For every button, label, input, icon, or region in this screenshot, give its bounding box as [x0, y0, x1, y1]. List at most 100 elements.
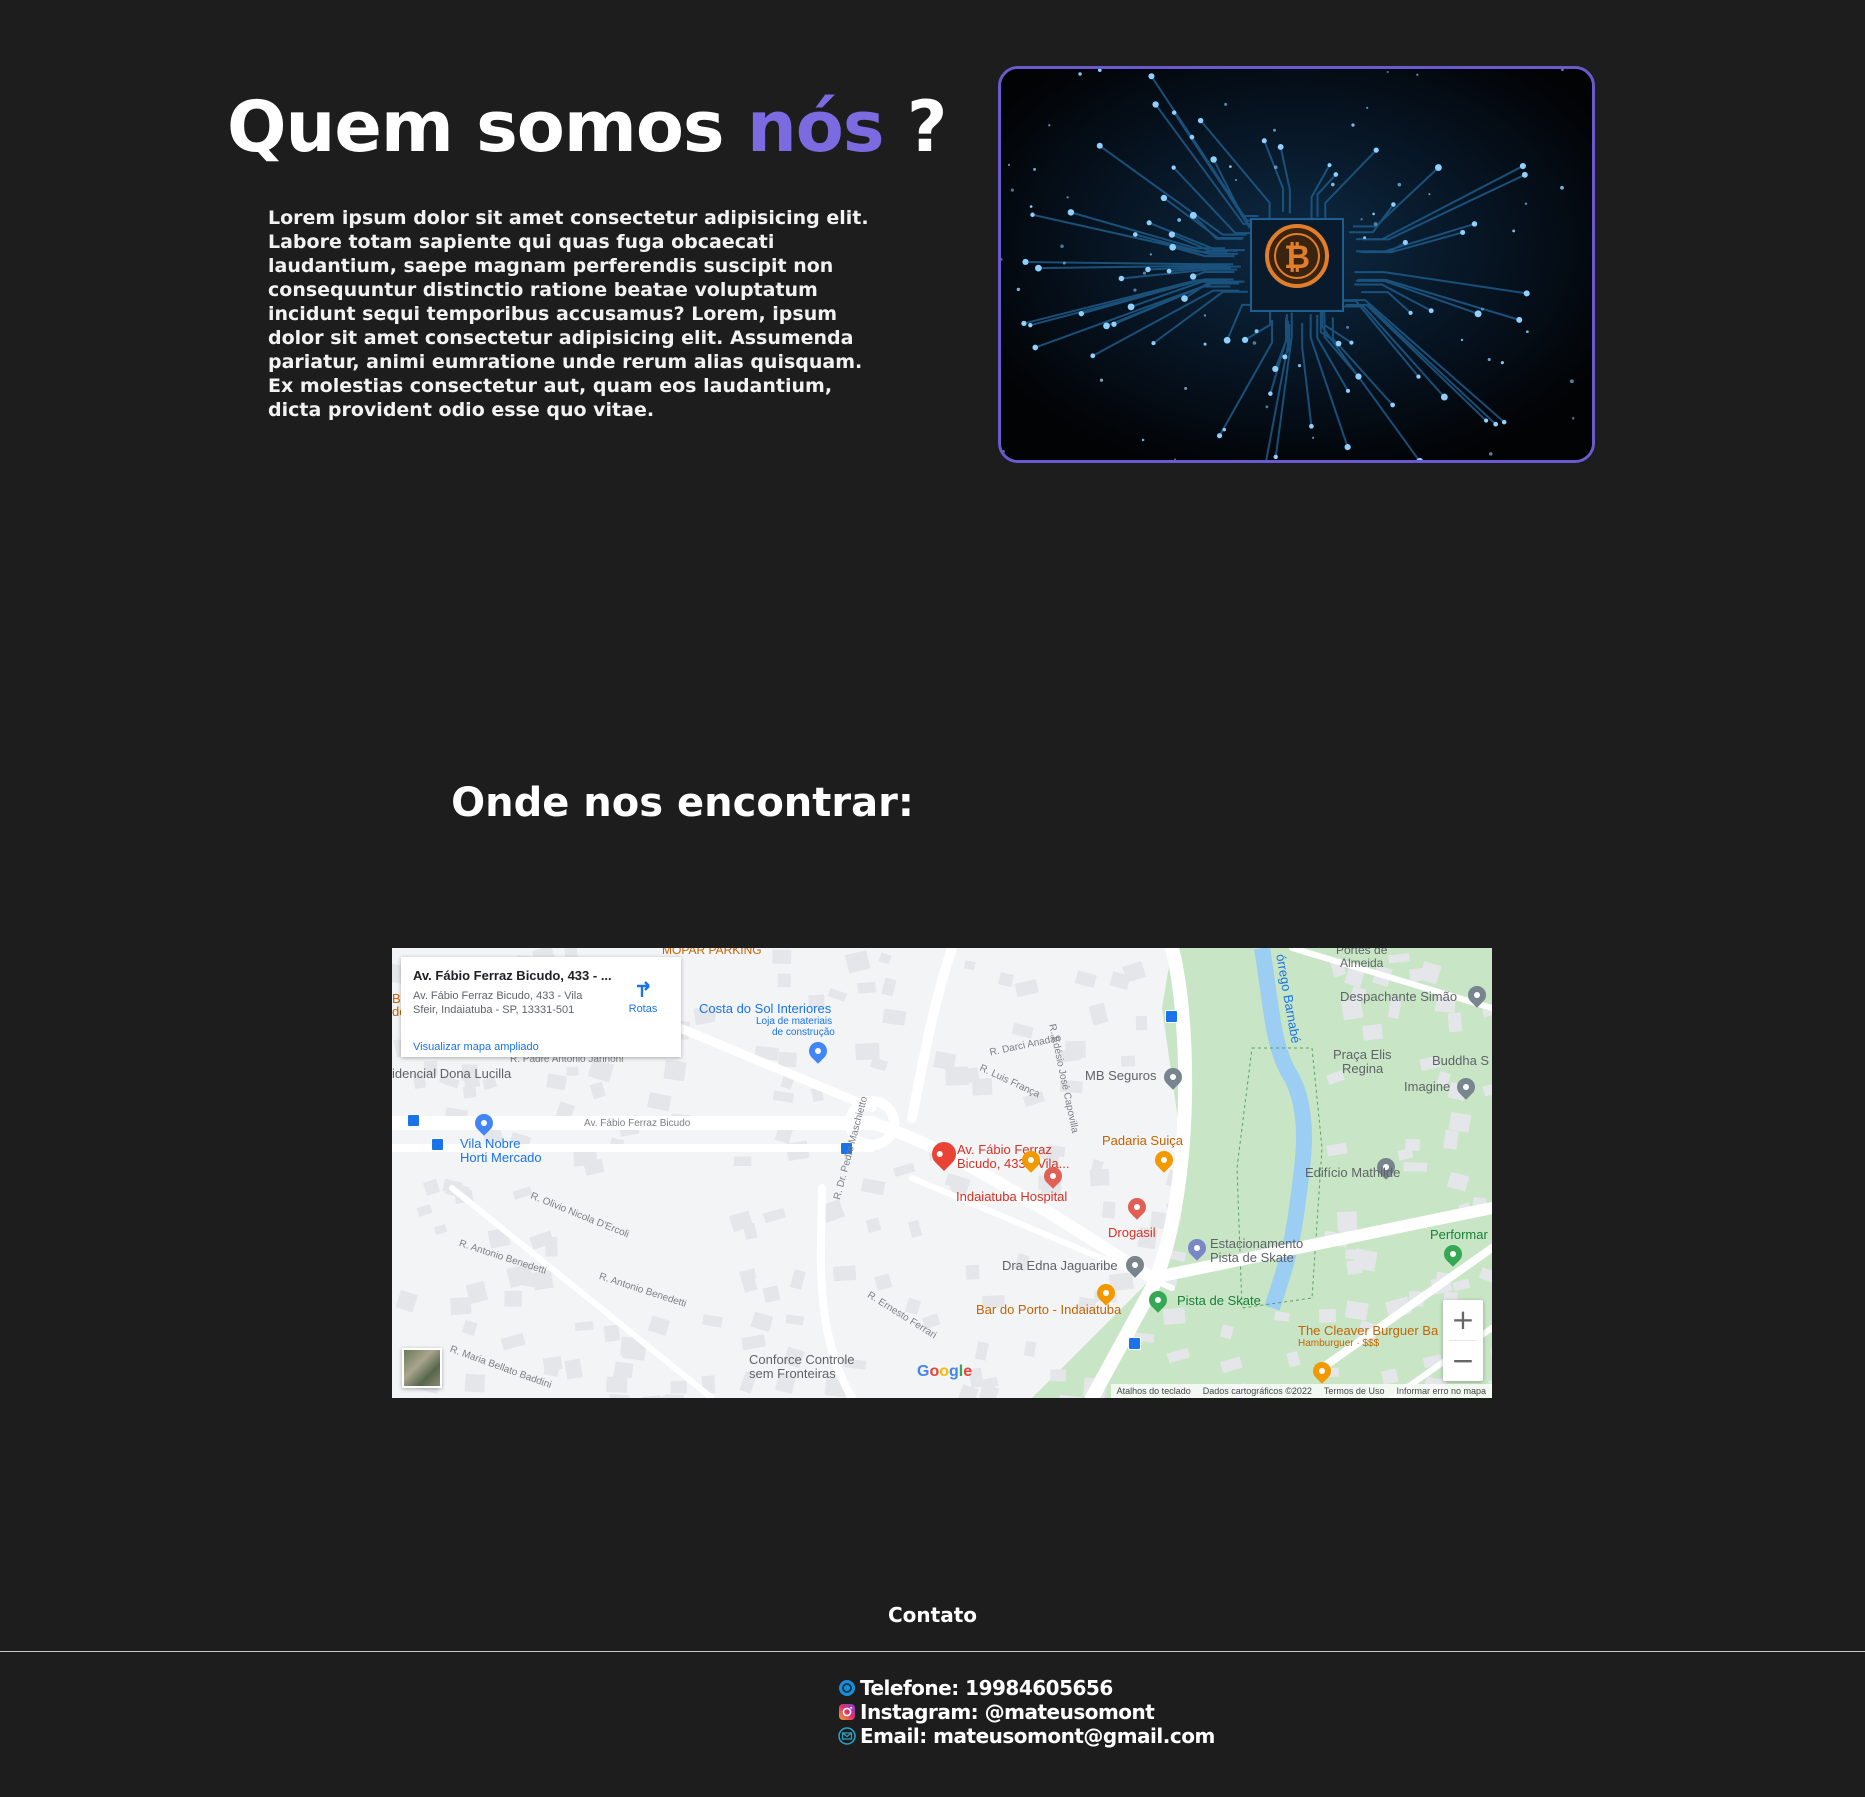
map-building — [589, 1081, 607, 1100]
map-building — [790, 1269, 806, 1290]
circuit-node — [1132, 232, 1138, 237]
zoom-in-button[interactable]: + — [1443, 1300, 1483, 1340]
circuit-node — [1519, 162, 1526, 170]
circuit-spark — [1569, 379, 1574, 384]
map-building — [772, 949, 792, 965]
map-label-drogasil: Drogasil — [1108, 1225, 1156, 1240]
circuit-node — [1277, 143, 1284, 150]
map-building — [1065, 1040, 1086, 1058]
circuit-spark — [1366, 106, 1369, 109]
circuit-spark — [1252, 341, 1257, 345]
contact-instagram-text: Instagram: @mateusomont — [860, 1700, 1155, 1724]
circuit-node — [1127, 303, 1135, 311]
map-info-address-line1: Av. Fábio Ferraz Bicudo, 433 - Vila — [413, 990, 583, 1002]
circuit-node — [1501, 419, 1507, 425]
circuit-spark — [1571, 417, 1575, 420]
map-building — [1074, 970, 1097, 989]
bus-stop-icon[interactable] — [1128, 1337, 1141, 1350]
map-label-praca1: Praça Elis — [1333, 1047, 1392, 1062]
map-building — [1120, 1055, 1136, 1067]
embedded-map[interactable]: MOPAR PARKING Bo do Costa do Sol Interio… — [392, 948, 1492, 1398]
map-label-buddha: Buddha S — [1432, 1053, 1490, 1068]
map-label-padaria: Padaria Suiça — [1102, 1133, 1183, 1148]
map-label-residencial: idencial Dona Lucilla — [392, 1066, 512, 1081]
map-building — [882, 1008, 907, 1026]
map-building — [670, 1380, 687, 1394]
map-label-conforce1: Conforce Controle — [749, 1352, 855, 1367]
map-section-title: Onde nos encontrar: — [451, 780, 914, 826]
satellite-layer-toggle[interactable] — [402, 1348, 442, 1388]
circuit-spark — [1066, 196, 1069, 199]
map-building — [647, 1091, 672, 1112]
map-label-estac1: Estacionamento — [1210, 1236, 1304, 1251]
circuit-node — [1152, 101, 1159, 108]
circuit-spark — [1099, 378, 1104, 382]
about-title-end: ? — [883, 86, 948, 168]
terms-link[interactable]: Termos de Uso — [1324, 1384, 1385, 1398]
circuit-node — [1166, 268, 1172, 274]
map-building — [1362, 1023, 1384, 1041]
map-building — [433, 1224, 448, 1235]
circuit-spark — [1048, 124, 1051, 127]
circuit-node — [1309, 423, 1314, 429]
circuit-spark — [1416, 73, 1419, 76]
map-label-costa-sol-sub1: Loja de materiais — [756, 1016, 833, 1027]
circuit-spark — [1272, 128, 1276, 132]
circuit-node — [1223, 336, 1231, 344]
circuit-spark — [1560, 185, 1564, 190]
map-building — [1050, 1369, 1067, 1382]
circuit-spark — [1141, 438, 1145, 442]
circuit-node — [1474, 310, 1482, 318]
circuit-spark — [1254, 329, 1259, 334]
map-building — [641, 1395, 662, 1398]
bus-stop-icon[interactable] — [431, 1138, 444, 1151]
circuit-node — [1349, 340, 1354, 345]
map-building — [464, 1373, 486, 1393]
map-label-despachante: Despachante Simão — [1340, 989, 1458, 1004]
circuit-node — [1181, 295, 1188, 302]
circuit-spark — [1480, 307, 1484, 311]
map-building — [772, 1090, 795, 1103]
map-building — [855, 1042, 880, 1061]
circuit-node — [1523, 290, 1530, 297]
map-building — [785, 1314, 805, 1326]
map-building — [963, 960, 976, 971]
contact-instagram[interactable]: Instagram: @mateusomont — [838, 1700, 1215, 1724]
map-building — [1403, 1162, 1428, 1172]
bus-stop-icon[interactable] — [1165, 1010, 1178, 1023]
map-label-bar: Bar do Porto - Indaiatuba — [976, 1302, 1122, 1317]
circuit-node — [1241, 336, 1249, 344]
map-label-performa: Performar — [1430, 1227, 1488, 1242]
map-building — [462, 1085, 477, 1099]
circuit-node — [1118, 275, 1125, 282]
view-larger-map-link[interactable]: Visualizar mapa ampliado — [413, 1041, 539, 1053]
zoom-out-button[interactable]: − — [1443, 1341, 1483, 1381]
map-building — [647, 1315, 671, 1336]
bus-stop-icon[interactable] — [407, 1114, 420, 1127]
circuit-spark — [1331, 182, 1335, 187]
map-building — [606, 1376, 628, 1393]
circuit-spark — [1001, 449, 1005, 454]
circuit-spark — [1149, 253, 1152, 256]
circuit-spark — [1397, 182, 1402, 187]
map-building — [865, 1217, 882, 1233]
map-building — [500, 1332, 526, 1351]
map-building — [416, 1204, 433, 1217]
circuit-spark — [1203, 314, 1207, 317]
circuit-node — [1021, 320, 1027, 327]
report-error-link[interactable]: Informar erro no mapa — [1396, 1384, 1486, 1398]
directions-button[interactable]: Rotas — [623, 979, 663, 1015]
directions-label: Rotas — [628, 1003, 658, 1015]
map-label-costa-sol-sub2: de construção — [772, 1027, 835, 1038]
map-building — [945, 1066, 969, 1086]
map-label-av-fabio: Av. Fábio Ferraz Bicudo — [584, 1118, 691, 1129]
circuit-node — [1216, 433, 1223, 439]
email-icon — [838, 1727, 856, 1745]
contact-heading: Contato — [887, 1603, 977, 1627]
contact-email[interactable]: Email: mateusomont@gmail.com — [838, 1724, 1215, 1748]
circuit-spark — [1229, 165, 1232, 168]
zoom-controls: + − — [1443, 1300, 1483, 1381]
keyboard-shortcuts-link[interactable]: Atalhos do teclado — [1117, 1384, 1191, 1398]
circuit-spark — [1222, 427, 1227, 432]
map-building — [1023, 1340, 1037, 1357]
